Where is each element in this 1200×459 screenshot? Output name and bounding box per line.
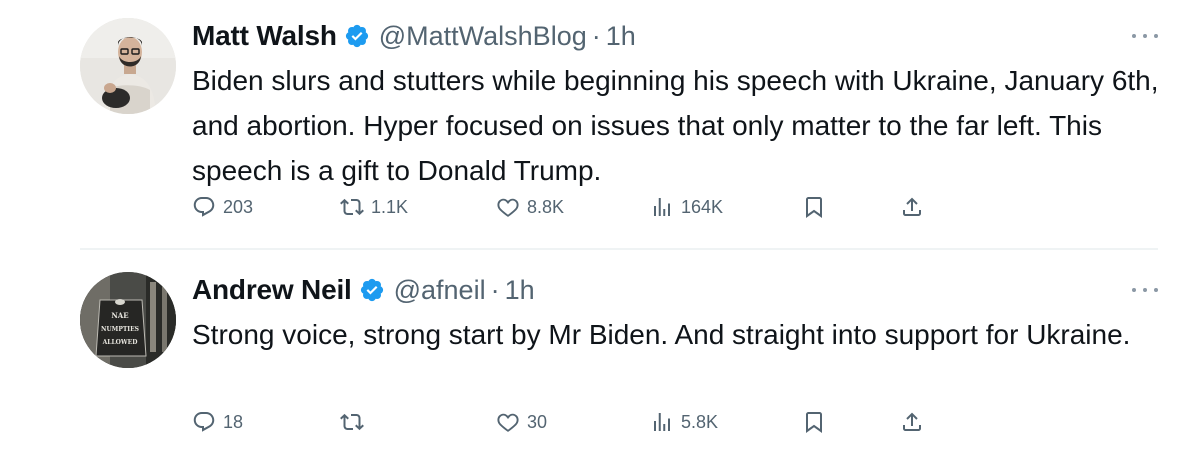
views-count: 5.8K xyxy=(681,411,719,432)
timestamp[interactable]: 1h xyxy=(505,275,535,306)
retweet-button[interactable] xyxy=(340,410,371,434)
tweet[interactable]: NAE NUMPTIES ALLOWED Andrew Neil @afneil… xyxy=(0,250,1200,459)
timestamp[interactable]: 1h xyxy=(606,21,636,52)
more-icon[interactable] xyxy=(1132,288,1158,294)
svg-text:ALLOWED: ALLOWED xyxy=(102,339,138,346)
retweet-count: 1.1K xyxy=(371,196,409,217)
views-count: 164K xyxy=(681,196,724,217)
reply-icon xyxy=(193,412,215,432)
views-icon xyxy=(654,413,670,431)
share-icon xyxy=(903,412,921,431)
like-count: 30 xyxy=(527,411,548,432)
retweet-icon xyxy=(340,198,364,216)
reply-icon xyxy=(193,197,215,217)
views-button[interactable]: 5.8K xyxy=(650,410,718,434)
avatar[interactable] xyxy=(80,18,176,114)
bookmark-button[interactable] xyxy=(802,195,826,219)
reply-count: 203 xyxy=(223,196,254,217)
tweet-header: Andrew Neil @afneil · 1h xyxy=(192,272,535,308)
share-button[interactable] xyxy=(900,410,924,434)
author-handle[interactable]: @afneil xyxy=(394,275,486,306)
tweet-text: Strong voice, strong start by Mr Biden. … xyxy=(192,319,1131,350)
share-button[interactable] xyxy=(900,195,924,219)
author-name[interactable]: Andrew Neil xyxy=(192,274,352,306)
views-button[interactable]: 164K xyxy=(650,195,723,219)
reply-button[interactable]: 203 xyxy=(192,195,253,219)
more-icon[interactable] xyxy=(1132,34,1158,40)
bookmark-icon xyxy=(806,197,822,218)
separator-dot: · xyxy=(490,274,500,305)
like-count: 8.8K xyxy=(527,196,565,217)
like-icon xyxy=(497,413,519,432)
verified-badge-icon[interactable] xyxy=(344,23,370,49)
views-icon xyxy=(654,198,670,216)
tweet-text: Biden slurs and stutters while beginning… xyxy=(192,65,1159,186)
verified-badge-icon[interactable] xyxy=(359,277,385,303)
reply-count: 18 xyxy=(223,411,244,432)
reply-button[interactable]: 18 xyxy=(192,410,243,434)
retweet-button[interactable]: 1.1K xyxy=(340,195,408,219)
author-handle[interactable]: @MattWalshBlog xyxy=(379,21,587,52)
bookmark-button[interactable] xyxy=(802,410,826,434)
like-button[interactable]: 30 xyxy=(496,410,547,434)
bookmark-icon xyxy=(806,412,822,433)
tweet-header: Matt Walsh @MattWalshBlog · 1h xyxy=(192,18,636,54)
retweet-icon xyxy=(340,413,364,431)
tweet[interactable]: Matt Walsh @MattWalshBlog · 1h Biden slu… xyxy=(0,0,1200,248)
like-icon xyxy=(497,198,519,217)
like-button[interactable]: 8.8K xyxy=(496,195,564,219)
avatar[interactable]: NAE NUMPTIES ALLOWED xyxy=(80,272,176,368)
separator-dot: · xyxy=(591,20,601,51)
svg-text:NUMPTIES: NUMPTIES xyxy=(101,326,139,333)
share-icon xyxy=(903,197,921,216)
avatar-sign-text: NAE xyxy=(111,311,128,320)
author-name[interactable]: Matt Walsh xyxy=(192,20,337,52)
